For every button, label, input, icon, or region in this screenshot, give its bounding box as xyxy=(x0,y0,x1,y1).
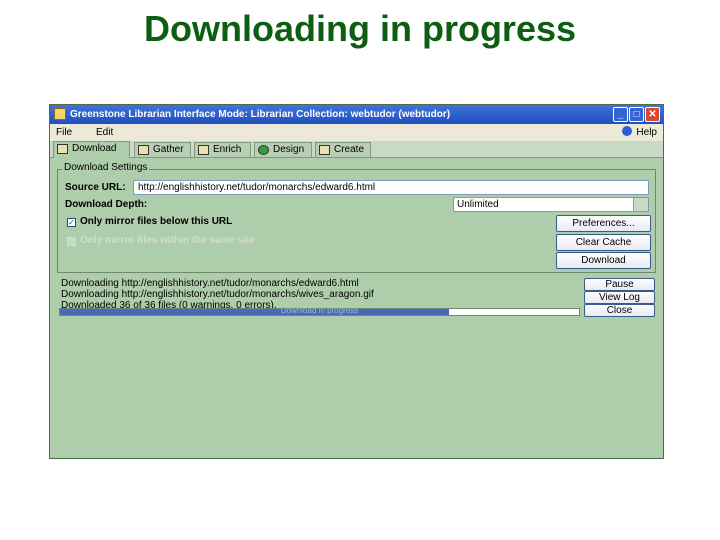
pause-button[interactable]: Pause xyxy=(584,278,655,291)
tab-design-label: Design xyxy=(273,144,305,155)
tab-enrich[interactable]: Enrich xyxy=(194,142,251,157)
app-icon xyxy=(54,108,66,120)
close-window-button[interactable]: ✕ xyxy=(645,107,660,122)
menu-bar: File Edit Help xyxy=(50,124,663,141)
maximize-button[interactable]: □ xyxy=(629,107,644,122)
source-url-input[interactable]: http://englishhistory.net/tudor/monarchs… xyxy=(133,180,649,195)
preferences-button[interactable]: Preferences... xyxy=(556,215,651,232)
create-icon xyxy=(319,145,330,155)
librarian-window: Greenstone Librarian Interface Mode: Lib… xyxy=(49,104,664,459)
download-button[interactable]: Download xyxy=(556,252,651,269)
window-titlebar[interactable]: Greenstone Librarian Interface Mode: Lib… xyxy=(50,105,663,124)
menu-edit[interactable]: Edit xyxy=(96,124,113,141)
tab-design[interactable]: Design xyxy=(254,142,312,157)
window-title: Greenstone Librarian Interface Mode: Lib… xyxy=(70,109,451,120)
mirror-same-site-label: Only mirror files within the same site xyxy=(80,235,256,246)
tab-gather-label: Gather xyxy=(153,144,184,155)
slide-title: Downloading in progress xyxy=(143,8,577,49)
download-progress-text: Download in progress xyxy=(280,306,359,315)
tab-download-label: Download xyxy=(72,143,117,154)
download-progress-bar: Download in progress xyxy=(59,306,580,316)
status-line-1: Downloading http://englishhistory.net/tu… xyxy=(61,278,359,289)
download-settings-legend: Download Settings xyxy=(62,162,150,173)
menu-help-label: Help xyxy=(636,127,657,138)
tab-enrich-label: Enrich xyxy=(213,144,242,155)
tab-gather[interactable]: Gather xyxy=(134,142,191,157)
close-button[interactable]: Close xyxy=(584,304,655,317)
mirror-below-url-label: Only mirror files below this URL xyxy=(80,216,233,227)
design-icon xyxy=(258,145,269,155)
tab-create-label: Create xyxy=(334,144,365,155)
download-depth-label: Download Depth: xyxy=(65,199,148,210)
minimize-button[interactable]: _ xyxy=(613,107,628,122)
menu-file[interactable]: File xyxy=(56,124,72,141)
enrich-icon xyxy=(198,145,209,155)
download-depth-value: Unlimited xyxy=(457,199,499,210)
help-icon xyxy=(622,126,633,136)
mirror-below-url-checkbox[interactable]: ✓ xyxy=(67,218,76,227)
tab-bar: Download Gather Enrich Design Create xyxy=(50,141,663,158)
tab-download[interactable]: Download xyxy=(53,141,130,158)
view-log-button[interactable]: View Log xyxy=(584,291,655,304)
clear-cache-button[interactable]: Clear Cache xyxy=(556,234,651,251)
status-line-2: Downloading http://englishhistory.net/tu… xyxy=(61,289,374,300)
menu-help[interactable]: Help xyxy=(622,124,657,141)
download-icon xyxy=(57,144,68,154)
chevron-down-icon xyxy=(633,198,648,211)
download-depth-select[interactable]: Unlimited xyxy=(453,197,649,212)
mirror-same-site-checkbox[interactable]: ✓ xyxy=(67,237,76,246)
tab-create[interactable]: Create xyxy=(315,142,371,157)
gather-icon xyxy=(138,145,149,155)
source-url-label: Source URL: xyxy=(65,182,126,193)
